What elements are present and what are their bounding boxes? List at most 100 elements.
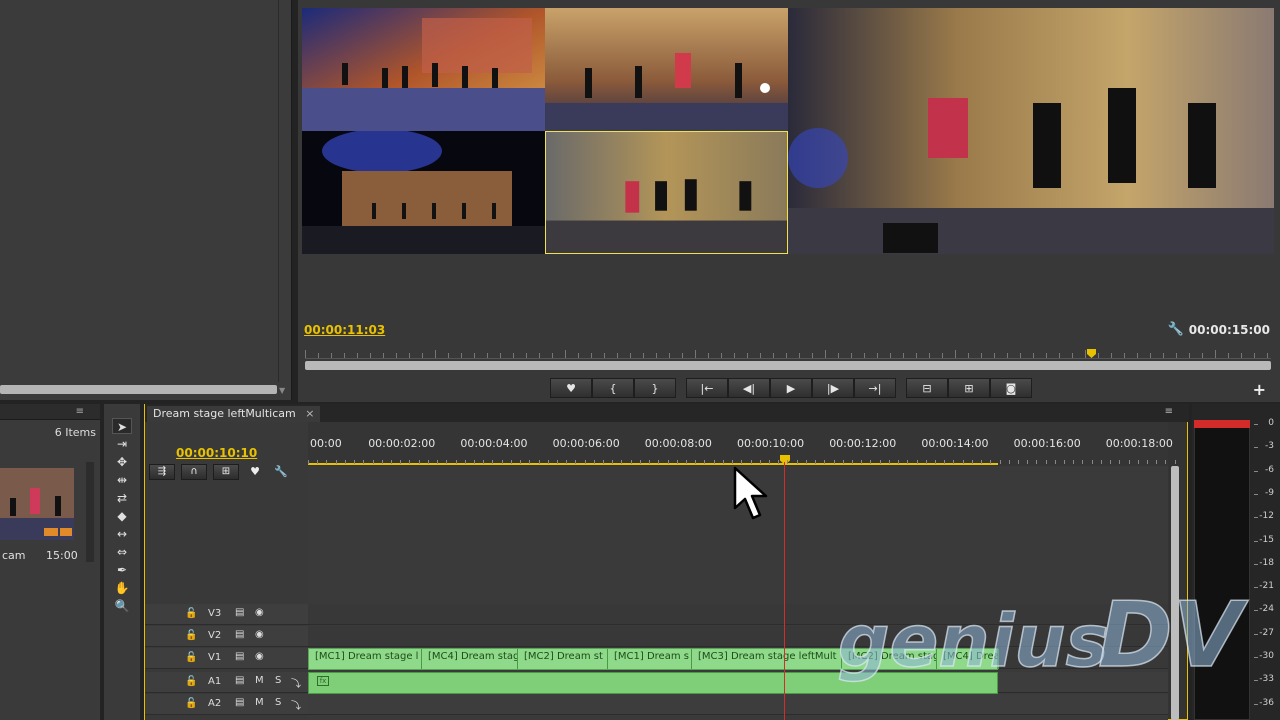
selection-tool-icon[interactable]: ➤ xyxy=(112,418,132,434)
lift-button[interactable]: ⊟ xyxy=(906,378,948,398)
wrench-icon[interactable]: 🔧 xyxy=(271,464,291,480)
rate-stretch-tool-icon[interactable]: ⇄ xyxy=(112,490,132,506)
timeline-vertical-scrollbar[interactable] xyxy=(1171,466,1179,720)
db-tick xyxy=(1254,610,1258,612)
track-header-a1[interactable]: 🔓 A1 ▤ M S ⤵ xyxy=(145,672,308,693)
ripple-edit-tool-icon[interactable]: ✥ xyxy=(112,454,132,470)
razor-tool-icon[interactable]: ◆ xyxy=(112,508,132,524)
film-icon[interactable]: ▤ xyxy=(235,651,244,662)
monitor-zoom-scrollbar[interactable] xyxy=(305,361,1271,370)
ruler-tick xyxy=(591,353,592,358)
monitor-current-timecode[interactable]: 00:00:11:03 xyxy=(304,323,385,337)
track-header-v2[interactable]: 🔓 V2 ▤ ◉ xyxy=(145,626,308,647)
ruler-tick xyxy=(842,460,844,464)
eye-icon[interactable]: ◉ xyxy=(255,651,264,662)
lock-icon[interactable]: 🔓 xyxy=(185,608,197,619)
camera-4-preview-selected[interactable] xyxy=(545,131,788,254)
video-clip[interactable]: [MC1] Dream stage l xyxy=(309,649,422,669)
project-scrollbar[interactable] xyxy=(86,462,94,562)
track-name[interactable]: V2 xyxy=(208,630,221,641)
ruler-tick xyxy=(786,353,787,358)
solo-icon[interactable]: S xyxy=(275,675,281,686)
camera-3-preview[interactable] xyxy=(302,131,545,254)
video-clip[interactable]: [MC4] Dream stag xyxy=(422,649,518,669)
ruler-tick xyxy=(1085,350,1086,358)
track-name[interactable]: V1 xyxy=(208,652,221,663)
add-marker-icon[interactable]: ♥ xyxy=(245,464,265,480)
timeline-time-ruler[interactable]: 00:00 00:00:02:00 00:00:04:00 00:00:06:00 00… xyxy=(308,422,1176,466)
snap-icon[interactable]: ∩ xyxy=(181,464,207,480)
film-icon[interactable]: ▤ xyxy=(235,607,244,618)
track-select-tool-icon[interactable]: ⇥ xyxy=(112,436,132,452)
mark-out-button[interactable]: } xyxy=(634,378,676,398)
panel-menu-icon[interactable]: ≡ xyxy=(1165,406,1173,417)
horizontal-scrollbar[interactable] xyxy=(0,385,277,394)
camera-1-preview[interactable] xyxy=(302,8,545,131)
eye-icon[interactable]: ◉ xyxy=(255,607,264,618)
track-row-a2[interactable] xyxy=(308,694,1168,715)
pen-tool-icon[interactable]: ✒ xyxy=(112,562,132,578)
track-row-v3[interactable] xyxy=(308,604,1168,625)
timeline-playhead-line[interactable] xyxy=(784,462,785,720)
export-frame-button[interactable]: ◙ xyxy=(990,378,1032,398)
lock-icon[interactable]: 🔓 xyxy=(185,698,197,709)
panel-menu-icon[interactable]: ≡ xyxy=(76,406,84,417)
play-button[interactable]: ▶ xyxy=(770,378,812,398)
ruler-tick xyxy=(335,460,337,464)
track-header-v1[interactable]: 🔓 V1 ▤ ◉ xyxy=(145,648,308,669)
ruler-tick xyxy=(656,353,657,358)
track-name[interactable]: A2 xyxy=(208,698,221,709)
track-header-a2[interactable]: 🔓 A2 ▤ M S ⤵ xyxy=(145,694,308,715)
go-to-in-button[interactable]: |← xyxy=(686,378,728,398)
track-name[interactable]: V3 xyxy=(208,608,221,619)
close-icon[interactable]: × xyxy=(305,407,314,420)
hand-tool-icon[interactable]: ✋ xyxy=(112,580,132,596)
extract-button[interactable]: ⊞ xyxy=(948,378,990,398)
ruler-tick xyxy=(695,460,697,464)
step-back-button[interactable]: ◀| xyxy=(728,378,770,398)
insert-nest-icon[interactable]: ⇶ xyxy=(149,464,175,480)
wrench-icon[interactable]: 🔧 xyxy=(1168,322,1184,337)
monitor-time-ruler[interactable] xyxy=(305,345,1271,359)
track-output-icon[interactable]: ▤ xyxy=(235,697,244,708)
video-clip[interactable]: [MC2] Dream st xyxy=(518,649,608,669)
slip-tool-icon[interactable]: ↔ xyxy=(112,526,132,542)
a1-audio-clip[interactable]: fx xyxy=(308,672,998,694)
linked-selection-icon[interactable]: ⊞ xyxy=(213,464,239,480)
film-icon[interactable]: ▤ xyxy=(235,629,244,640)
scroll-down-icon[interactable]: ▼ xyxy=(279,386,287,396)
video-clip[interactable]: [MC1] Dream s xyxy=(608,649,692,669)
mute-icon[interactable]: M xyxy=(255,697,264,708)
ruler-tick xyxy=(787,460,789,464)
track-row-v2[interactable] xyxy=(308,626,1168,647)
video-clip[interactable]: [MC3] Dream stage leftMult xyxy=(692,649,842,669)
lock-icon[interactable]: 🔓 xyxy=(185,630,197,641)
tab-sequence[interactable]: Dream stage leftMulticam × xyxy=(147,406,321,422)
mute-icon[interactable]: M xyxy=(255,675,264,686)
step-forward-button[interactable]: |▶ xyxy=(812,378,854,398)
rolling-edit-tool-icon[interactable]: ⇹ xyxy=(112,472,132,488)
voiceover-icon[interactable]: ⤵ xyxy=(291,675,301,690)
solo-icon[interactable]: S xyxy=(275,697,281,708)
button-editor-plus-button[interactable]: + xyxy=(1253,380,1266,399)
zoom-tool-icon[interactable]: 🔍 xyxy=(112,598,132,614)
go-to-out-button[interactable]: →| xyxy=(854,378,896,398)
slide-tool-icon[interactable]: ⇔ xyxy=(112,544,132,560)
ruler-tick xyxy=(575,460,577,464)
mark-in-button[interactable]: { xyxy=(592,378,634,398)
video-clip[interactable]: [MC2] Dream stag xyxy=(842,649,937,669)
voiceover-icon[interactable]: ⤵ xyxy=(291,697,301,712)
video-clip[interactable]: [MC4] Drea xyxy=(937,649,999,669)
timeline-current-timecode[interactable]: 00:00:10:10 xyxy=(176,446,257,460)
lock-icon[interactable]: 🔓 xyxy=(185,652,197,663)
lock-icon[interactable]: 🔓 xyxy=(185,676,197,687)
track-header-v3[interactable]: 🔓 V3 ▤ ◉ xyxy=(145,604,308,625)
track-name[interactable]: A1 xyxy=(208,676,221,687)
eye-icon[interactable]: ◉ xyxy=(255,629,264,640)
ruler-tick xyxy=(944,460,946,464)
project-item-thumbnail[interactable] xyxy=(0,468,74,540)
camera-2-preview[interactable] xyxy=(545,8,788,131)
track-output-icon[interactable]: ▤ xyxy=(235,675,244,686)
add-marker-button[interactable]: ♥ xyxy=(550,378,592,398)
work-area-bar[interactable] xyxy=(308,463,998,465)
